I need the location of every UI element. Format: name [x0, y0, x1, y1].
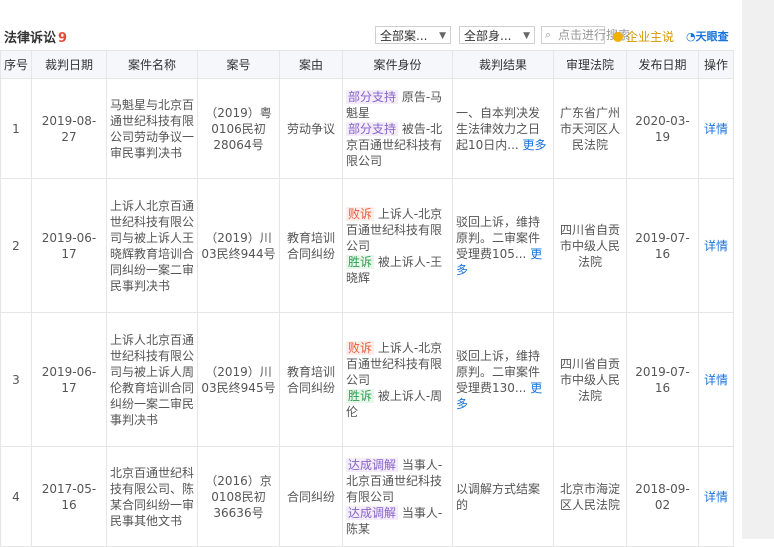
cell-no: 1 [0, 78, 32, 179]
detail-link[interactable]: 详情 [704, 490, 728, 504]
table-row: 1 2019-08-27 马魁星与北京百通世纪科技有限公司劳动争议一审民事判决书… [0, 78, 734, 179]
cell-case-no: （2016）京0108民初36636号 [197, 446, 280, 547]
brand-logo: ◔天眼查 [686, 30, 729, 43]
cell-court: 四川省自贡市中级人民法院 [553, 178, 627, 313]
cell-action: 详情 [698, 446, 734, 547]
cell-action: 详情 [698, 312, 734, 447]
cell-publish-date: 2019-07-16 [626, 312, 699, 447]
col-header-case-no: 案号 [197, 50, 280, 79]
search-input[interactable]: ⌕ 点击进行搜索 [541, 26, 630, 44]
role-filter-label: 全部身... [464, 29, 512, 43]
cell-result: 一、自本判决发生法律效力之日起10日内... 更多 [452, 78, 554, 179]
lawsuit-count-badge: 9 [58, 31, 68, 46]
role-tag: 胜诉 [346, 254, 375, 269]
role-tag: 败诉 [346, 340, 375, 355]
brand-name: 天眼查 [695, 30, 729, 43]
role-tag: 部分支持 [346, 121, 399, 136]
cell-court: 广东省广州市天河区人民法院 [553, 78, 627, 179]
cell-result: 驳回上诉，维持原判。二审案件受理费105... 更多 [452, 178, 554, 313]
cell-role: 部分支持 原告-马魁星 部分支持 被告-北京百通世纪科技有限公司 [342, 78, 453, 179]
cell-no: 3 [0, 312, 32, 447]
col-header-no: 序号 [0, 50, 32, 79]
cell-judge-date: 2019-06-17 [31, 178, 107, 313]
role-filter-dropdown[interactable]: 全部身... ▼ [459, 26, 535, 44]
table-header-row: 序号 裁判日期 案件名称 案号 案由 案件身份 裁判结果 审理法院 发布日期 操… [0, 50, 734, 79]
cell-case-no: （2019）粤0106民初28064号 [197, 78, 280, 179]
col-header-action: 操作 [698, 50, 734, 79]
enterprise-service-link[interactable]: 企业主说 [613, 28, 674, 45]
enterprise-service-label: 企业主说 [626, 30, 675, 44]
role-tag: 达成调解 [346, 505, 399, 520]
col-header-role: 案件身份 [342, 50, 453, 79]
more-link[interactable]: 更多 [523, 138, 547, 152]
cell-case-no: （2019）川03民终945号 [197, 312, 280, 447]
col-header-case-name: 案件名称 [106, 50, 198, 79]
result-text: 驳回上诉，维持原判。二审案件受理费105... [456, 214, 541, 261]
cell-publish-date: 2019-07-16 [626, 178, 699, 313]
col-header-judge-date: 裁判日期 [31, 50, 107, 79]
section-header: 法律诉讼 9 全部案... ▼ 全部身... ▼ ⌕ 点击进行搜索 企业主说 ◔天… [0, 0, 742, 50]
cell-action: 详情 [698, 78, 734, 179]
cell-judge-date: 2019-06-17 [31, 312, 107, 447]
cell-case-name[interactable]: 上诉人北京百通世纪科技有限公司与被上诉人周伦教育培训合同纠纷一案二审民事判决书 [106, 312, 198, 447]
cell-publish-date: 2020-03-19 [626, 78, 699, 179]
cell-case-name[interactable]: 马魁星与北京百通世纪科技有限公司劳动争议一审民事判决书 [106, 78, 198, 179]
col-header-result: 裁判结果 [452, 50, 554, 79]
result-text: 驳回上诉，维持原判。二审案件受理费130... [456, 348, 541, 395]
table-row: 3 2019-06-17 上诉人北京百通世纪科技有限公司与被上诉人周伦教育培训合… [0, 312, 734, 447]
cell-role: 败诉 上诉人-北京百通世纪科技有限公司 胜诉 被上诉人-王晓辉 [342, 178, 453, 313]
cell-result: 以调解方式结案的 [452, 446, 554, 547]
role-tag: 败诉 [346, 206, 375, 221]
cell-case-name[interactable]: 上诉人北京百通世纪科技有限公司与被上诉人王晓辉教育培训合同纠纷一案二审民事判决书 [106, 178, 198, 313]
cell-cause: 教育培训合同纠纷 [279, 312, 343, 447]
case-type-filter-label: 全部案... [380, 29, 428, 43]
cell-action: 详情 [698, 178, 734, 313]
col-header-court: 审理法院 [553, 50, 627, 79]
cell-cause: 教育培训合同纠纷 [279, 178, 343, 313]
table-row: 2 2019-06-17 上诉人北京百通世纪科技有限公司与被上诉人王晓辉教育培训… [0, 178, 734, 313]
detail-link[interactable]: 详情 [704, 239, 728, 253]
cell-result: 驳回上诉，维持原判。二审案件受理费130... 更多 [452, 312, 554, 447]
cell-role: 败诉 上诉人-北京百通世纪科技有限公司 胜诉 被上诉人-周伦 [342, 312, 453, 447]
cell-court: 北京市海淀区人民法院 [553, 446, 627, 547]
cell-case-no: （2019）川03民终944号 [197, 178, 280, 313]
table-row: 4 2017-05-16 北京百通世纪科技有限公司、陈某合同纠纷一审民事其他文书… [0, 446, 734, 547]
cell-judge-date: 2019-08-27 [31, 78, 107, 179]
chevron-down-icon: ▼ [523, 31, 530, 41]
cell-court: 四川省自贡市中级人民法院 [553, 312, 627, 447]
cell-cause: 合同纠纷 [279, 446, 343, 547]
detail-link[interactable]: 详情 [704, 373, 728, 387]
cell-cause: 劳动争议 [279, 78, 343, 179]
cell-judge-date: 2017-05-16 [31, 446, 107, 547]
section-title: 法律诉讼 9 [4, 27, 67, 46]
chevron-down-icon: ▼ [439, 31, 446, 41]
cell-no: 2 [0, 178, 32, 313]
cell-role: 达成调解 当事人-北京百通世纪科技有限公司 达成调解 当事人-陈某 [342, 446, 453, 547]
cell-publish-date: 2018-09-02 [626, 446, 699, 547]
role-tag: 达成调解 [346, 457, 399, 472]
cell-no: 4 [0, 446, 32, 547]
cell-case-name[interactable]: 北京百通世纪科技有限公司、陈某合同纠纷一审民事其他文书 [106, 446, 198, 547]
col-header-publish-date: 发布日期 [626, 50, 699, 79]
page-side-strip [742, 0, 774, 539]
role-tag: 部分支持 [346, 89, 399, 104]
section-title-label: 法律诉讼 [4, 31, 57, 46]
role-tag: 胜诉 [346, 388, 375, 403]
lawsuit-table: 序号 裁判日期 案件名称 案号 案由 案件身份 裁判结果 审理法院 发布日期 操… [0, 50, 734, 547]
speaker-icon [613, 32, 623, 42]
detail-link[interactable]: 详情 [704, 122, 728, 136]
search-icon: ⌕ [545, 28, 552, 41]
case-type-filter-dropdown[interactable]: 全部案... ▼ [375, 26, 451, 44]
col-header-cause: 案由 [279, 50, 343, 79]
